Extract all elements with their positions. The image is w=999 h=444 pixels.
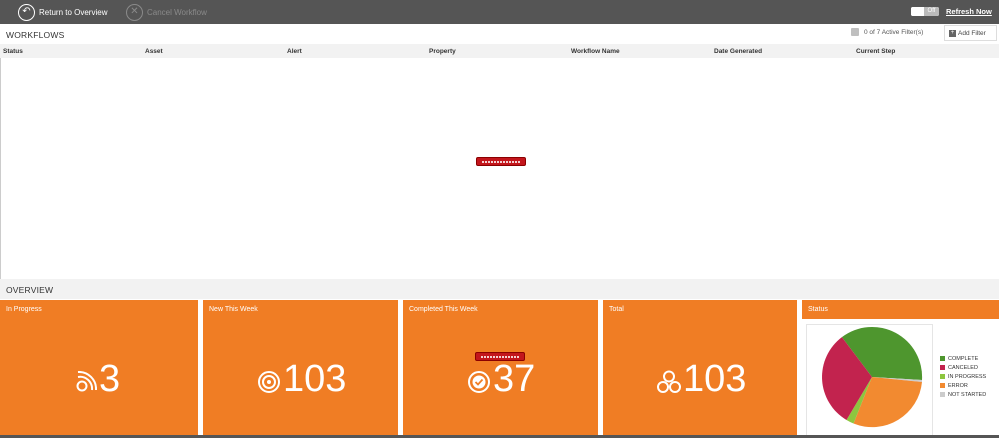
column-current-step[interactable]: Current Step: [856, 48, 895, 55]
add-filter-label: Add Filter: [958, 29, 986, 37]
tile-total-value: 103: [657, 358, 746, 400]
tile-completed-this-week-label: Completed This Week: [409, 306, 478, 313]
tile-in-progress[interactable]: In Progress 3: [0, 300, 198, 438]
column-workflow-name[interactable]: Workflow Name: [571, 48, 620, 55]
tile-total[interactable]: Total 103: [603, 300, 797, 438]
add-filter-button[interactable]: + Add Filter: [944, 25, 997, 41]
grid-column-header: Status Asset Alert Property Workflow Nam…: [0, 44, 999, 58]
tile-new-this-week-count: 103: [283, 358, 347, 400]
status-pie-chart: [806, 324, 933, 438]
legend-item-error[interactable]: ERROR: [940, 381, 986, 390]
cancel-workflow-label: Cancel Workflow: [147, 7, 207, 17]
toolbar: ↶ Return to Overview ✕ Cancel Workflow O…: [0, 0, 999, 24]
legend-swatch: [940, 365, 945, 370]
status-pie: [822, 326, 923, 428]
tile-completed-this-week[interactable]: Completed This Week 37: [403, 300, 598, 438]
tile-completed-this-week-count: 37: [493, 358, 536, 400]
column-asset[interactable]: Asset: [145, 48, 163, 55]
tile-status: Status COMPLETE CANCELED IN PROGRESS ERR…: [802, 300, 999, 438]
column-date-generated[interactable]: Date Generated: [714, 48, 762, 55]
close-icon: ✕: [126, 3, 143, 21]
legend-label: ERROR: [948, 382, 968, 389]
legend-item-not-started[interactable]: NOT STARTED: [940, 390, 986, 399]
tile-in-progress-label: In Progress: [6, 306, 42, 313]
auto-refresh-toggle[interactable]: Off: [911, 7, 939, 16]
legend-label: IN PROGRESS: [948, 373, 987, 380]
cluster-icon: [657, 370, 681, 393]
status-legend: COMPLETE CANCELED IN PROGRESS ERROR NOT …: [940, 354, 986, 399]
back-arrow-icon: ↶: [18, 3, 35, 21]
legend-label: COMPLETE: [948, 355, 979, 362]
workflows-grid-body: [0, 58, 999, 279]
overview-header: OVERVIEW: [0, 279, 999, 299]
legend-swatch: [940, 383, 945, 388]
tile-completed-this-week-value: 37: [467, 358, 535, 400]
cancel-workflow-button[interactable]: ✕ Cancel Workflow: [126, 2, 207, 22]
column-property[interactable]: Property: [429, 48, 456, 55]
active-filters-label: 0 of 7 Active Filter(s): [864, 28, 924, 36]
tile-status-title: Status: [802, 300, 999, 319]
column-alert[interactable]: Alert: [287, 48, 302, 55]
legend-swatch: [940, 374, 945, 379]
filter-icon: [851, 28, 859, 36]
legend-item-canceled[interactable]: CANCELED: [940, 363, 986, 372]
return-to-overview-label: Return to Overview: [39, 7, 108, 17]
workflows-title: WORKFLOWS: [6, 30, 65, 40]
overview-title: OVERVIEW: [6, 285, 54, 295]
tile-in-progress-count: 3: [99, 358, 121, 400]
tile-total-count: 103: [683, 358, 747, 400]
plus-icon: +: [949, 29, 956, 37]
tile-new-this-week-label: New This Week: [209, 306, 258, 313]
legend-swatch: [940, 356, 945, 361]
legend-label: CANCELED: [948, 364, 978, 371]
workflows-header: WORKFLOWS 0 of 7 Active Filter(s) + Add …: [0, 24, 999, 44]
toggle-state-label: Off: [924, 7, 939, 16]
legend-item-in-progress[interactable]: IN PROGRESS: [940, 372, 986, 381]
legend-item-complete[interactable]: COMPLETE: [940, 354, 986, 363]
tile-in-progress-value: 3: [75, 358, 120, 400]
column-status[interactable]: Status: [3, 48, 23, 55]
legend-swatch: [940, 392, 945, 397]
tile-new-this-week[interactable]: New This Week 103: [203, 300, 398, 438]
loading-indicator: [476, 157, 526, 166]
active-filters[interactable]: 0 of 7 Active Filter(s): [851, 28, 923, 36]
refresh-now-link[interactable]: Refresh Now: [946, 7, 992, 16]
tile-total-label: Total: [609, 306, 624, 313]
tile-new-this-week-value: 103: [257, 358, 346, 400]
target-icon: [258, 371, 280, 393]
check-circle-icon: [468, 371, 490, 393]
signal-icon: [76, 371, 97, 392]
return-to-overview-button[interactable]: ↶ Return to Overview: [18, 2, 107, 22]
legend-label: NOT STARTED: [948, 391, 987, 398]
toggle-knob: [911, 7, 924, 16]
